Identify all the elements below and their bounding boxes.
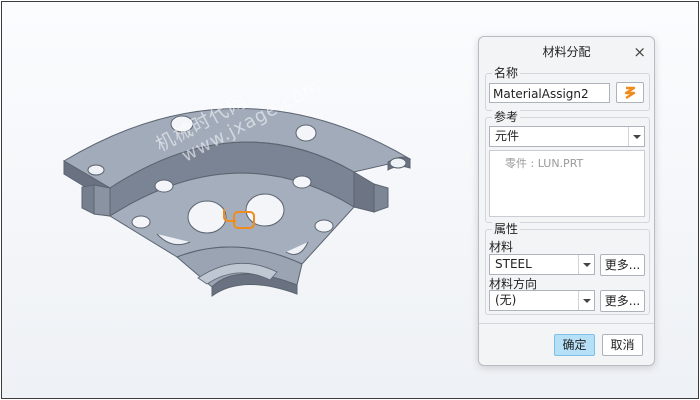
divider <box>479 323 654 324</box>
material-select[interactable]: STEEL <box>489 254 595 275</box>
material-label: 材料 <box>489 240 514 254</box>
reference-type-value: 元件 <box>495 129 520 143</box>
direction-more-button[interactable]: 更多... <box>600 290 645 312</box>
material-more-button[interactable]: 更多... <box>600 254 645 276</box>
dialog-title: 材料分配 <box>542 45 591 59</box>
material-direction-value: (无) <box>495 293 517 307</box>
close-icon[interactable]: × <box>633 37 646 67</box>
reference-group: 参考 元件 零件 : LUN.PRT <box>485 109 650 223</box>
properties-group: 属性 材料 STEEL 更多... 材料方向 (无) 更多... <box>485 221 650 315</box>
chevron-down-icon <box>628 127 644 146</box>
sketch-icon <box>624 86 636 100</box>
ok-button[interactable]: 确定 <box>554 334 595 356</box>
chevron-down-icon <box>578 291 594 310</box>
properties-group-label: 属性 <box>492 221 521 237</box>
reference-list[interactable]: 零件 : LUN.PRT <box>489 150 645 217</box>
reference-group-label: 参考 <box>492 109 521 125</box>
name-group: 名称 MaterialAssign2 <box>485 65 650 111</box>
material-value: STEEL <box>495 257 532 271</box>
cancel-button[interactable]: 取消 <box>602 334 643 356</box>
reference-type-select[interactable]: 元件 <box>489 126 645 147</box>
chevron-down-icon <box>578 255 594 274</box>
name-group-label: 名称 <box>492 65 521 81</box>
material-direction-select[interactable]: (无) <box>489 290 595 311</box>
material-assign-dialog: 材料分配 × 名称 MaterialAssign2 参考 元件 零件 : LUN… <box>478 36 655 366</box>
sketch-button[interactable] <box>616 82 644 103</box>
name-input[interactable]: MaterialAssign2 <box>489 83 610 103</box>
reference-list-item[interactable]: 零件 : LUN.PRT <box>505 155 583 171</box>
